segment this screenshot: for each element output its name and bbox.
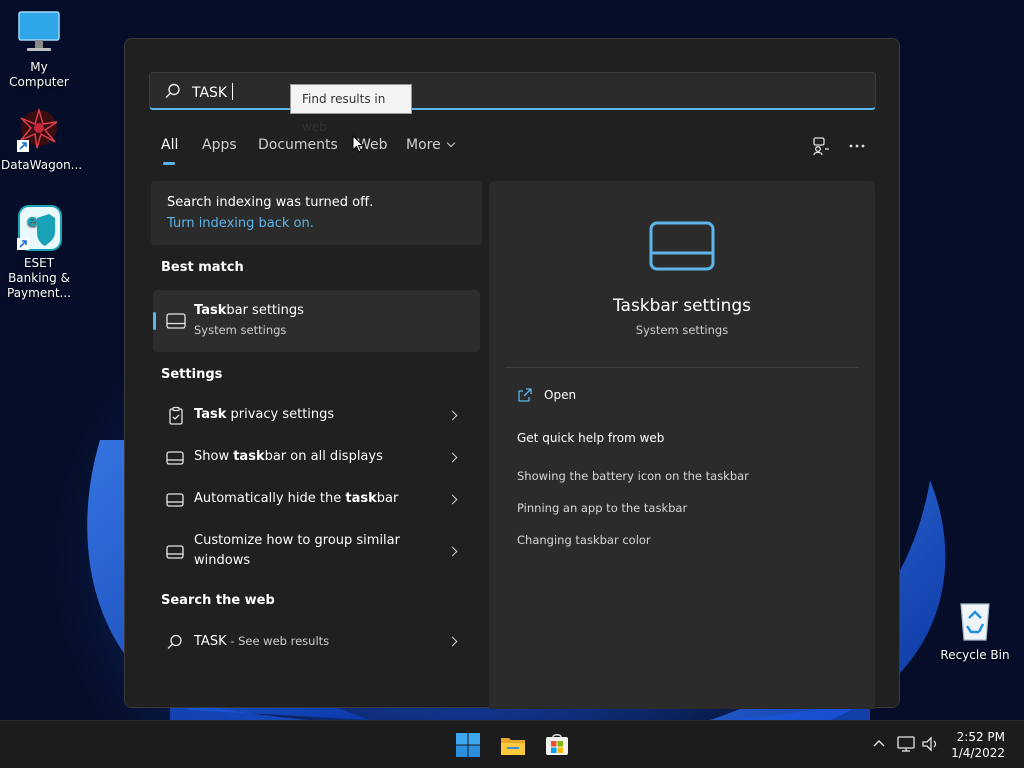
search-input[interactable]: TASK — [149, 72, 876, 110]
desktop-icon-datawagon[interactable]: DataWagon... — [1, 106, 83, 173]
datawagon-icon — [15, 106, 63, 154]
store-button[interactable] — [541, 729, 573, 761]
volume-icon[interactable] — [921, 735, 941, 753]
detail-subtitle: System settings — [635, 323, 729, 337]
open-action[interactable]: Open — [517, 388, 576, 402]
search-icon — [165, 83, 180, 98]
desktop-icon-label: My Computer — [9, 60, 69, 89]
settings-item-show-taskbar[interactable]: Show taskbar on all displays — [153, 446, 480, 470]
chevron-up-icon[interactable] — [871, 735, 887, 751]
web-tooltip: Find results in web — [290, 84, 412, 134]
divider — [505, 367, 859, 368]
chevron-down-icon — [446, 138, 455, 148]
folder-icon — [501, 738, 525, 755]
tab-label: More — [406, 137, 441, 153]
help-link-pinning-app[interactable]: Pinning an app to the taskbar — [517, 501, 687, 515]
more-options-icon[interactable] — [845, 134, 869, 158]
chevron-right-icon — [447, 494, 458, 505]
taskbar-icon — [166, 493, 184, 507]
clock-time: 2:52 PM — [956, 730, 1005, 744]
desktop-icon-eset[interactable]: e ESET Banking & Payment... — [1, 204, 77, 301]
eset-icon: e — [15, 204, 63, 252]
desktop-icon-label: Recycle Bin — [940, 648, 1010, 662]
taskbar-icon — [166, 545, 184, 559]
tab-more[interactable]: More — [406, 137, 455, 153]
tab-all[interactable]: All — [161, 137, 179, 165]
chevron-right-icon — [447, 410, 458, 421]
file-explorer-button[interactable] — [497, 729, 529, 761]
turn-indexing-on-link[interactable]: Turn indexing back on. — [167, 216, 466, 231]
chevron-right-icon — [447, 636, 458, 647]
chevron-right-icon — [447, 452, 458, 463]
detail-pane: Taskbar settings System settings Open Ge… — [489, 181, 875, 709]
taskbar-icon — [649, 221, 715, 271]
best-match-subtitle: System settings — [194, 323, 287, 337]
web-search-label: TASK - See web results — [194, 634, 330, 649]
settings-item-label: Task privacy settings — [194, 407, 335, 422]
quick-help-heading: Get quick help from web — [517, 431, 665, 445]
help-link-taskbar-color[interactable]: Changing taskbar color — [517, 533, 651, 547]
svg-text:e: e — [27, 211, 38, 230]
windows-logo-icon — [456, 733, 480, 757]
store-icon — [546, 734, 568, 755]
open-label: Open — [544, 388, 577, 402]
settings-item-label: Automatically hide the taskbar — [194, 491, 399, 506]
open-external-icon — [518, 388, 532, 402]
taskbar: 2:52 PM 1/4/2022 — [0, 720, 1024, 768]
help-link-battery-icon[interactable]: Showing the battery icon on the taskbar — [517, 469, 749, 483]
best-match-taskbar-settings[interactable]: Taskbar settings System settings — [153, 290, 480, 352]
recycle-bin-icon — [951, 596, 999, 644]
indexing-message: Search indexing was turned off. — [167, 195, 374, 210]
web-search-result[interactable]: TASK - See web results — [153, 630, 480, 654]
best-match-heading: Best match — [161, 260, 244, 275]
tab-apps[interactable]: Apps — [202, 137, 237, 153]
clock[interactable]: 2:52 PM 1/4/2022 — [951, 729, 1005, 761]
settings-item-auto-hide-taskbar[interactable]: Automatically hide the taskbar — [153, 488, 480, 512]
taskbar-icon — [166, 451, 184, 465]
settings-item-group-windows[interactable]: Customize how to group similar windows — [153, 530, 480, 574]
settings-item-task-privacy[interactable]: Task privacy settings — [153, 404, 480, 428]
indexing-notice: Search indexing was turned off. Turn ind… — [151, 181, 482, 245]
tab-label: All — [161, 137, 179, 153]
tab-label: Apps — [202, 137, 237, 153]
start-button[interactable] — [452, 729, 484, 761]
search-query: TASK — [192, 83, 234, 101]
clock-date: 1/4/2022 — [951, 746, 1005, 760]
chevron-right-icon — [447, 546, 458, 557]
desktop-icon-label: ESET Banking & Payment... — [7, 256, 71, 300]
mouse-pointer-icon — [352, 135, 364, 153]
settings-item-label: Show taskbar on all displays — [194, 449, 383, 464]
best-match-title: Taskbar settings — [194, 303, 304, 318]
desktop-icon-label: DataWagon... — [1, 158, 83, 172]
settings-heading: Settings — [161, 367, 223, 382]
tab-documents[interactable]: Documents — [258, 137, 338, 153]
desktop-icon-my-computer[interactable]: My Computer — [1, 8, 77, 90]
detail-title: Taskbar settings — [612, 296, 752, 316]
search-web-heading: Search the web — [161, 593, 275, 608]
search-panel: TASK Find results in web All Apps Docume… — [124, 38, 900, 709]
desktop-icon-recycle-bin[interactable]: Recycle Bin — [937, 596, 1013, 663]
taskbar-icon — [166, 313, 186, 329]
settings-item-label: Customize how to group similar windows — [194, 533, 400, 568]
network-icon[interactable] — [897, 735, 917, 753]
monitor-icon — [15, 8, 63, 56]
text-caret — [232, 83, 234, 100]
search-icon — [167, 634, 182, 649]
account-switch-icon[interactable] — [809, 134, 833, 158]
tab-label: Documents — [258, 137, 338, 153]
clipboard-icon — [169, 406, 183, 425]
